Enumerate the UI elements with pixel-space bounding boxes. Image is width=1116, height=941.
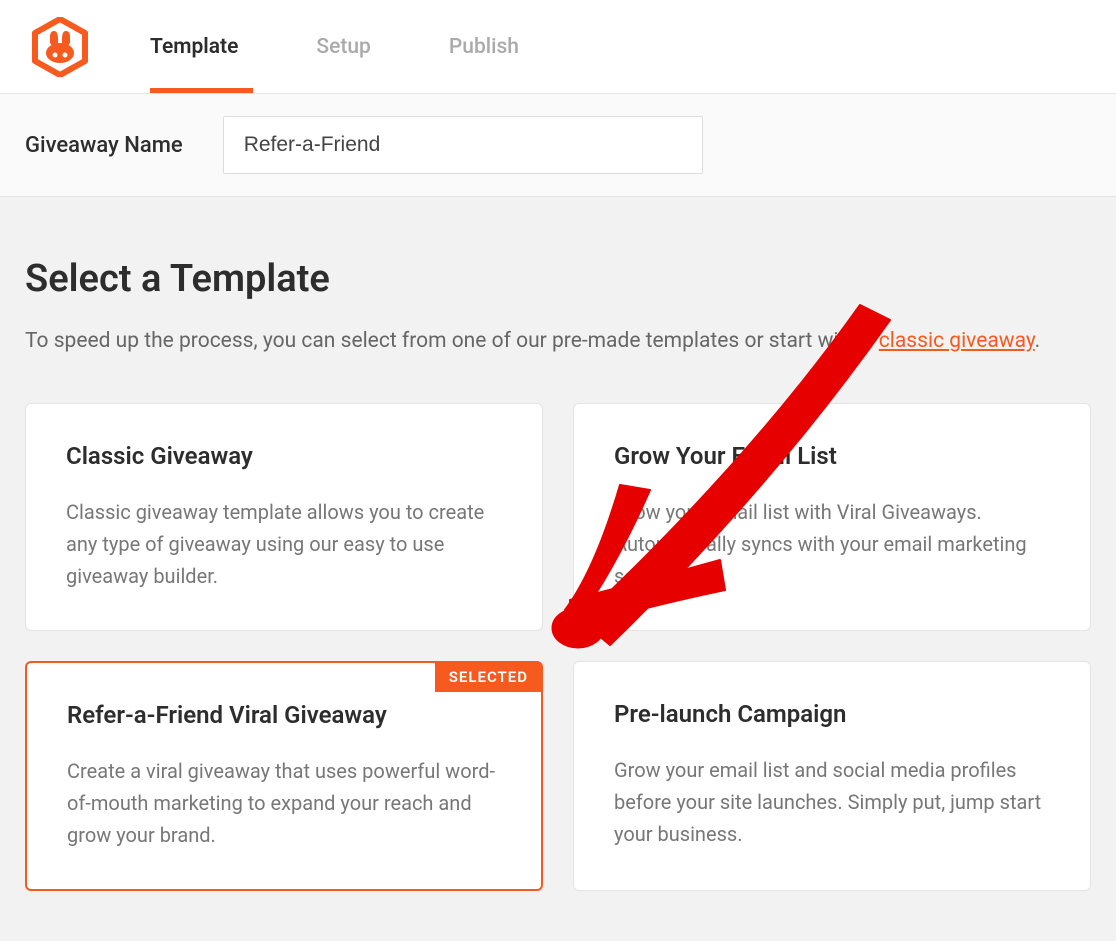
template-desc: Classic giveaway template allows you to … (66, 496, 502, 592)
tab-setup[interactable]: Setup (316, 0, 370, 93)
template-title: Pre-launch Campaign (614, 700, 1050, 728)
template-card-pre-launch[interactable]: Pre-launch Campaign Grow your email list… (573, 661, 1091, 891)
classic-giveaway-link[interactable]: classic giveaway (879, 329, 1035, 353)
template-card-grow-email-list[interactable]: Grow Your Email List Grow your email lis… (573, 403, 1091, 631)
giveaway-name-input[interactable] (223, 116, 703, 174)
subtext-post: . (1035, 329, 1041, 353)
giveaway-name-row: Giveaway Name (0, 94, 1116, 197)
template-desc: Create a viral giveaway that uses powerf… (67, 755, 501, 851)
templates-grid: Classic Giveaway Classic giveaway templa… (25, 403, 1091, 891)
section-subtext: To speed up the process, you can select … (25, 326, 1091, 358)
content-area: Select a Template To speed up the proces… (0, 197, 1116, 941)
template-title: Refer-a-Friend Viral Giveaway (67, 701, 501, 729)
brand-logo (30, 17, 90, 77)
subtext-pre: To speed up the process, you can select … (25, 329, 879, 353)
giveaway-name-label: Giveaway Name (25, 133, 183, 158)
template-title: Grow Your Email List (614, 442, 1050, 470)
tab-template[interactable]: Template (150, 0, 238, 93)
section-heading: Select a Template (25, 257, 1091, 301)
template-desc: Grow your email list and social media pr… (614, 754, 1050, 850)
tabs-nav: Template Setup Publish (150, 0, 597, 93)
template-card-classic-giveaway[interactable]: Classic Giveaway Classic giveaway templa… (25, 403, 543, 631)
header-bar: Template Setup Publish (0, 0, 1116, 94)
template-card-refer-a-friend[interactable]: SELECTED Refer-a-Friend Viral Giveaway C… (25, 661, 543, 891)
template-desc: Grow your email list with Viral Giveaway… (614, 496, 1050, 592)
tab-publish[interactable]: Publish (449, 0, 519, 93)
selected-badge: SELECTED (435, 662, 542, 692)
template-title: Classic Giveaway (66, 442, 502, 470)
